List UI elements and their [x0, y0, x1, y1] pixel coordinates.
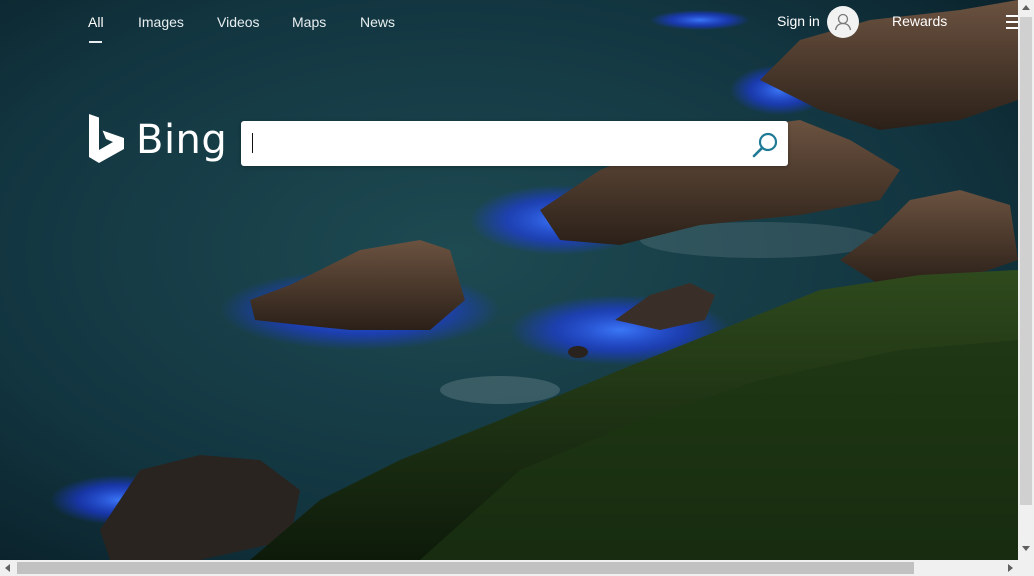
bing-b-logo-icon: [89, 114, 124, 163]
top-navigation: All Images Videos Maps News Sign in Rewa…: [0, 0, 1020, 44]
scroll-down-arrow-icon[interactable]: [1022, 546, 1030, 551]
search-icon[interactable]: [751, 131, 779, 159]
bing-logo[interactable]: Bing: [88, 113, 227, 165]
active-scope-underline: [89, 41, 102, 43]
scroll-up-arrow-icon[interactable]: [1022, 5, 1030, 10]
background-image: [0, 0, 1018, 560]
search-input[interactable]: [251, 129, 745, 159]
scope-news-link[interactable]: News: [360, 14, 395, 30]
scroll-left-arrow-icon[interactable]: [5, 564, 10, 572]
hamburger-menu-icon[interactable]: [1006, 14, 1020, 30]
vertical-scroll-thumb[interactable]: [1020, 17, 1032, 505]
horizontal-scrollbar[interactable]: [0, 560, 1018, 576]
scroll-right-arrow-icon[interactable]: [1008, 564, 1013, 572]
rewards-link[interactable]: Rewards: [892, 13, 947, 29]
bing-homepage: All Images Videos Maps News Sign in Rewa…: [0, 0, 1034, 576]
scope-images-link[interactable]: Images: [138, 14, 184, 30]
scrollbar-corner: [1018, 560, 1034, 576]
user-icon[interactable]: [827, 6, 859, 38]
sign-in-link[interactable]: Sign in: [777, 13, 820, 29]
horizontal-scroll-thumb[interactable]: [17, 562, 914, 574]
scope-videos-link[interactable]: Videos: [217, 14, 260, 30]
search-box: [241, 121, 788, 166]
scope-maps-link[interactable]: Maps: [292, 14, 326, 30]
text-cursor: [252, 133, 253, 153]
scope-all-link[interactable]: All: [88, 14, 104, 30]
bing-logo-text: Bing: [136, 117, 228, 163]
vertical-scrollbar[interactable]: [1018, 0, 1034, 560]
